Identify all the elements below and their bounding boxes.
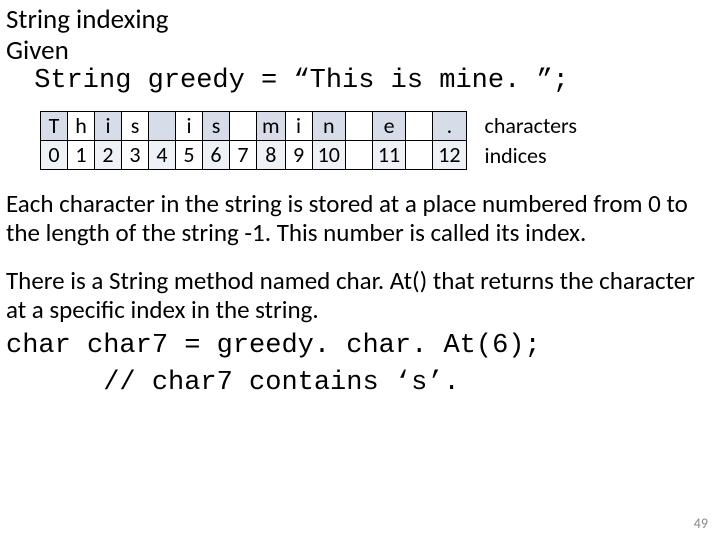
char-cell bbox=[406, 112, 433, 141]
char-cell: . bbox=[433, 112, 466, 141]
label-characters: characters bbox=[485, 111, 577, 141]
table-row: T h i s i s m i n e . bbox=[41, 112, 467, 141]
char-cell bbox=[230, 112, 257, 141]
table-row: 0 1 2 3 4 5 6 7 8 9 10 11 12 bbox=[41, 141, 467, 170]
index-table-wrap: T h i s i s m i n e . 0 1 2 3 bbox=[40, 111, 720, 170]
paragraph-1: Each character in the string is stored a… bbox=[6, 189, 714, 248]
index-cell: 7 bbox=[230, 141, 257, 170]
index-cell: 5 bbox=[176, 141, 203, 170]
index-cell bbox=[406, 141, 433, 170]
char-cell: n bbox=[312, 112, 345, 141]
char-cell: e bbox=[372, 112, 405, 141]
given-label: Given bbox=[6, 35, 720, 66]
index-cell: 12 bbox=[433, 141, 466, 170]
index-cell: 8 bbox=[257, 141, 286, 170]
char-cell bbox=[149, 112, 176, 141]
char-cell: T bbox=[41, 112, 68, 141]
code-line-1: char char7 = greedy. char. At(6); bbox=[6, 331, 720, 362]
index-cell: 3 bbox=[122, 141, 149, 170]
page-number: 49 bbox=[694, 515, 708, 532]
char-cell: i bbox=[95, 112, 122, 141]
label-indices: indices bbox=[485, 141, 577, 171]
index-cell: 4 bbox=[149, 141, 176, 170]
index-cell: 11 bbox=[372, 141, 405, 170]
index-cell bbox=[345, 141, 372, 170]
index-cell: 0 bbox=[41, 141, 68, 170]
slide: String indexing Given String greedy = “T… bbox=[0, 0, 720, 540]
char-cell: i bbox=[285, 112, 312, 141]
index-cell: 10 bbox=[312, 141, 345, 170]
index-cell: 9 bbox=[285, 141, 312, 170]
char-cell: s bbox=[122, 112, 149, 141]
declaration-code: String greedy = “This is mine. ”; bbox=[18, 66, 720, 97]
paragraph-2: There is a String method named char. At(… bbox=[6, 266, 714, 325]
char-cell: i bbox=[176, 112, 203, 141]
char-cell: h bbox=[68, 112, 95, 141]
table-labels: characters indices bbox=[485, 111, 577, 170]
index-cell: 6 bbox=[203, 141, 230, 170]
index-cell: 1 bbox=[68, 141, 95, 170]
index-cell: 2 bbox=[95, 141, 122, 170]
char-cell: m bbox=[257, 112, 286, 141]
code-line-2: // char7 contains ‘s’. bbox=[6, 368, 720, 399]
char-cell bbox=[345, 112, 372, 141]
char-cell: s bbox=[203, 112, 230, 141]
page-title: String indexing bbox=[6, 4, 720, 35]
index-table: T h i s i s m i n e . 0 1 2 3 bbox=[40, 111, 467, 170]
